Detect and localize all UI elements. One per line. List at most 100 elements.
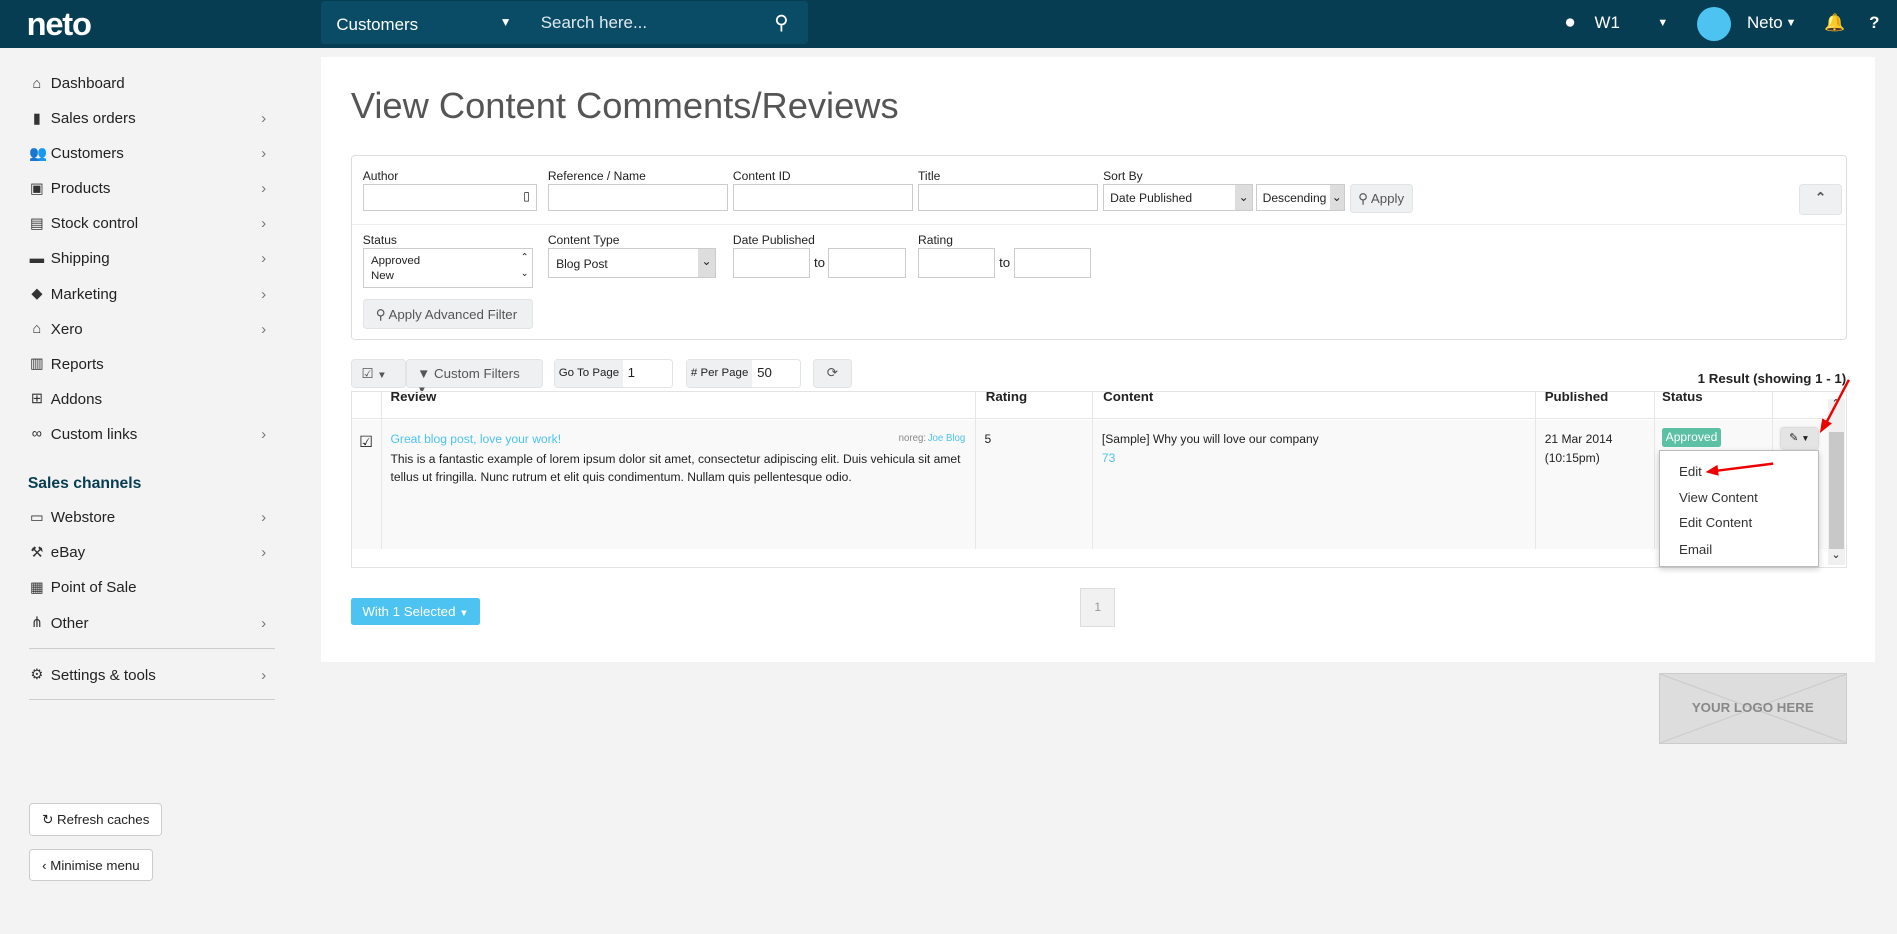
menu-item-edit-content[interactable]: Edit Content [1679,515,1752,530]
status-option[interactable]: Approved [371,254,525,270]
header-content[interactable]: Content [1103,392,1153,405]
checkbox-icon: ☑ [361,366,374,382]
user-menu[interactable]: Neto [1747,13,1783,33]
header-rating[interactable]: Rating [986,392,1027,405]
sidebar-item-addons[interactable]: ⊞ Addons [29,391,271,408]
sidebar-item-ebay[interactable]: ⚒ eBay › [29,544,271,561]
bell-icon[interactable]: 🔔 [1824,13,1845,33]
rating-to-input[interactable] [1013,247,1091,279]
sidebar-item-custom-links[interactable]: ∞ Custom links › [29,426,271,443]
content-id-input[interactable] [732,183,914,212]
select-all-dropdown[interactable]: ☑ ▼ [350,359,407,389]
sidebar-item-settings[interactable]: ⚙ Settings & tools › [29,667,271,684]
sidebar-item-stock-control[interactable]: ▤ Stock control › [29,215,271,232]
neto-logo[interactable]: neto [27,5,92,43]
sort-direction-select[interactable]: Descending ⌄ [1255,183,1346,212]
sidebar-item-products[interactable]: ▣ Products › [29,180,271,197]
review-title-link[interactable]: Great blog post, love your work! [391,432,562,446]
title-input[interactable] [918,183,1099,212]
menu-item-email[interactable]: Email [1679,542,1712,557]
apply-advanced-filter-button[interactable]: ⚲ Apply Advanced Filter [362,298,534,329]
rating-from-input[interactable] [918,247,996,279]
rating-label: Rating [918,233,953,248]
go-to-page-input[interactable]: 1 [628,365,635,380]
status-option[interactable]: New [371,269,525,285]
sort-by-select[interactable]: Date Published ⌄ [1103,183,1254,212]
content-type-label: Content Type [547,233,620,248]
chevron-up-icon: ⌃ [1814,189,1827,205]
sidebar-item-other[interactable]: ⋔ Other › [29,615,271,632]
reference-label: Reference / Name [547,169,646,184]
column-divider [1653,391,1655,550]
divider [29,699,275,701]
header-published[interactable]: Published [1545,392,1609,405]
chevron-right-icon: › [261,180,267,198]
scroll-down-icon[interactable]: ⌄ [1831,548,1840,561]
scroll-arrows-icon[interactable]: ⌃ ⌄ [521,250,529,281]
custom-filters-dropdown[interactable]: ▼ Custom Filters ▼ [406,359,544,396]
gavel-icon: ⚒ [30,544,44,561]
search-bar: Customers ▼ Search here... ⚲ [320,1,809,44]
date-from-input[interactable] [732,247,811,279]
status-label: Status [362,233,397,248]
help-icon[interactable]: ? [1869,13,1879,33]
chevron-right-icon: › [261,250,267,268]
content-card [320,56,1876,662]
search-scope-select[interactable]: Customers [336,15,418,35]
header-review[interactable]: Review [391,392,437,405]
refresh-button[interactable]: ⟳ [812,359,852,389]
search-input[interactable]: Search here... [541,13,647,33]
with-selected-label: With 1 Selected [362,603,456,619]
with-selected-dropdown[interactable]: With 1 Selected ▼ [350,597,481,626]
to-label: to [813,255,826,271]
row-checkbox[interactable]: ☑ [359,432,373,452]
scrollbar-thumb[interactable] [1828,431,1844,549]
content-type-select[interactable]: Blog Post ⌄ [547,247,716,279]
per-page-input[interactable]: 50 [757,365,772,380]
contact-card-icon[interactable]: ▯ [523,189,530,203]
filter-panel: Author ▯ Reference / Name Content ID Tit… [350,154,1847,340]
sidebar-item-point-of-sale[interactable]: ▦ Point of Sale [29,579,271,596]
sidebar-item-marketing[interactable]: ◆ Marketing › [29,286,271,303]
status-badge: Approved [1662,428,1721,447]
file-icon: ▮ [32,110,41,127]
sidebar-item-sales-orders[interactable]: ▮ Sales orders › [29,110,271,127]
header-status[interactable]: Status [1662,392,1703,405]
divider [29,648,275,650]
date-to-input[interactable] [828,247,906,279]
search-icon[interactable]: ⚲ [774,11,788,35]
refresh-icon: ⟳ [826,365,838,381]
status-multiselect[interactable]: Approved New ⌃ ⌄ [362,247,534,288]
apply-button[interactable]: ⚲ Apply [1349,183,1413,213]
refresh-caches-button[interactable]: ↻ Refresh caches [29,803,163,836]
sidebar-item-shipping[interactable]: ▬ Shipping › [29,250,271,267]
location-select[interactable]: W1 [1595,13,1620,33]
row-actions-dropdown[interactable]: ✎ ▼ [1780,428,1819,449]
menu-item-edit[interactable]: Edit [1679,464,1702,479]
menu-item-view-content[interactable]: View Content [1679,490,1758,505]
rating-value: 5 [984,431,992,446]
link-icon: ∞ [31,426,43,443]
content-id-link[interactable]: 73 [1102,451,1115,465]
minimise-menu-button[interactable]: ‹ Minimise menu [29,849,153,881]
logo-placeholder-text: YOUR LOGO HERE [1691,700,1814,716]
tag-icon: ◆ [31,286,43,302]
caret-down-icon: ▼ [1785,16,1797,29]
bank-icon: ⌂ [32,321,42,338]
author-input[interactable]: ▯ [362,183,537,212]
sidebar-item-reports[interactable]: ▥ Reports [29,356,271,373]
search-icon: ⚲ [375,306,386,322]
pagination-page-1[interactable]: 1 [1080,587,1115,628]
sidebar-item-webstore[interactable]: ▭ Webstore › [29,509,271,526]
collapse-filters-button[interactable]: ⌃ [1798,183,1843,216]
column-divider [380,391,382,550]
title-label: Title [918,169,941,184]
users-icon: 👥 [29,146,48,163]
reference-input[interactable] [547,183,729,212]
sidebar-item-customers[interactable]: 👥 Customers › [29,145,271,162]
sidebar-item-dashboard[interactable]: ⌂ Dashboard [29,75,271,92]
go-to-page-label: Go To Page [555,360,623,387]
author-link[interactable]: Joe Blog [928,433,966,444]
sidebar-item-xero[interactable]: ⌂ Xero › [29,321,271,338]
sales-channels-heading: Sales channels [27,475,142,493]
